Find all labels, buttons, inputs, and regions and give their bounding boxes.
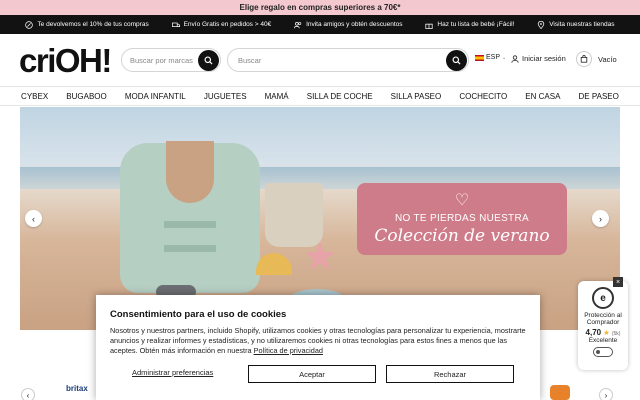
vest-strap — [164, 245, 216, 252]
info-item-invite[interactable]: Invita amigos y obtén descuentos — [294, 21, 403, 29]
manage-preferences-button[interactable]: Administrar preferencias — [132, 368, 213, 377]
reject-button[interactable]: Rechazar — [386, 365, 514, 383]
close-icon[interactable]: × — [613, 277, 623, 287]
cookie-body: Nosotros y nuestros partners, incluido S… — [110, 326, 526, 356]
hero-next-button[interactable]: › — [592, 210, 609, 227]
search-icon — [204, 56, 213, 65]
truck-icon — [171, 22, 180, 27]
cart-button[interactable]: Vacío — [576, 51, 617, 67]
trust-rating-label: Excelente — [588, 337, 618, 344]
language-label: ESP — [486, 54, 501, 61]
trust-protection-label: Protección al Comprador — [584, 312, 622, 326]
pin-icon — [538, 20, 545, 29]
vest-strap — [164, 221, 216, 228]
cart-label: Vacío — [598, 54, 617, 64]
nav-item-de-paseo[interactable]: DE PASEO — [579, 92, 619, 101]
brand-search-button[interactable] — [198, 50, 219, 71]
brand-logo[interactable] — [550, 385, 570, 400]
search-placeholder: Buscar — [238, 55, 262, 65]
hero-line1: NO TE PIERDAS NUESTRA — [395, 212, 529, 224]
logo[interactable]: criOH! — [19, 44, 117, 77]
chevron-left-icon: ‹ — [32, 213, 35, 224]
brand-search-placeholder: Buscar por marcas — [130, 55, 193, 65]
info-text: Invita amigos y obtén descuentos — [306, 21, 403, 28]
cookie-actions: Administrar preferencias Aceptar Rechaza… — [110, 365, 526, 383]
chevron-down-icon: ⌄ — [502, 54, 507, 61]
nav-item-mama[interactable]: MAMÁ — [265, 92, 289, 101]
trusted-shops-seal-icon: e — [592, 287, 614, 309]
nav-item-juguetes[interactable]: JUGUETES — [204, 92, 247, 101]
chevron-right-icon: › — [599, 213, 602, 224]
chevron-left-icon: ‹ — [26, 390, 30, 400]
cookie-title: Consentimiento para el uso de cookies — [110, 309, 287, 320]
trust-rating: 4,70 ★ (5k) — [586, 328, 621, 337]
hero-promo-card[interactable]: ♡ NO TE PIERDAS NUESTRA Colección de ver… — [357, 183, 567, 255]
search-input[interactable]: Buscar — [227, 48, 469, 72]
nav-item-moda-infantil[interactable]: MODA INFANTIL — [125, 92, 186, 101]
heart-icon: ♡ — [454, 191, 470, 209]
trust-toggle[interactable] — [593, 347, 613, 357]
login-link[interactable]: Iniciar sesión — [511, 54, 566, 63]
search-icon — [452, 56, 461, 65]
cookie-consent-banner: Consentimiento para el uso de cookies No… — [96, 295, 540, 400]
nav-item-cybex[interactable]: CYBEX — [21, 92, 48, 101]
info-text: Visita nuestras tiendas — [549, 21, 615, 28]
trust-rating-value: 4,70 — [585, 328, 602, 337]
promo-bar[interactable]: Elige regalo en compras superiores a 70€… — [0, 0, 640, 15]
cart-icon — [576, 51, 592, 67]
info-bar: Te devolvemos el 10% de tus compras Enví… — [0, 15, 640, 34]
accept-button[interactable]: Aceptar — [248, 365, 376, 383]
hero-line2: Colección de verano — [374, 225, 550, 246]
nav-item-bugaboo[interactable]: BUGABOO — [66, 92, 106, 101]
chevron-right-icon: › — [604, 390, 608, 400]
site-header: criOH! Buscar por marcas Buscar ESP ⌄ In… — [0, 34, 640, 86]
language-selector[interactable]: ESP ⌄ — [475, 54, 506, 61]
nav-item-silla-de-coche[interactable]: SILLA DE COCHE — [307, 92, 373, 101]
info-text: Envío Gratis en pedidos > 40€ — [183, 21, 272, 28]
info-item-baby-list[interactable]: Haz tu lista de bebé ¡Fácil! — [425, 21, 514, 29]
info-item-shipping[interactable]: Envío Gratis en pedidos > 40€ — [171, 21, 272, 29]
users-icon — [294, 21, 302, 28]
login-label: Iniciar sesión — [522, 54, 566, 63]
spain-flag-icon — [475, 54, 484, 61]
brands-next-button[interactable]: › — [599, 388, 613, 400]
nav-item-cochecito[interactable]: COCHECITO — [459, 92, 507, 101]
info-item-cashback[interactable]: Te devolvemos el 10% de tus compras — [25, 20, 149, 29]
user-icon — [511, 54, 519, 63]
brand-logo-britax[interactable]: britax — [66, 384, 88, 393]
brand-search-input[interactable]: Buscar por marcas — [121, 48, 221, 72]
info-text: Haz tu lista de bebé ¡Fácil! — [437, 21, 515, 28]
privacy-policy-link[interactable]: Política de privacidad — [254, 346, 323, 355]
nav-item-en-casa[interactable]: EN CASA — [525, 92, 560, 101]
promo-text: Elige regalo en compras superiores a 70€… — [239, 3, 401, 12]
main-nav: CYBEX BUGABOO MODA INFANTIL JUGUETES MAM… — [0, 86, 640, 106]
trust-badge[interactable]: e Protección al Comprador 4,70 ★ (5k) Ex… — [578, 281, 628, 370]
percent-icon — [25, 20, 34, 29]
info-text: Te devolvemos el 10% de tus compras — [37, 21, 149, 28]
star-icon: ★ — [603, 330, 610, 337]
gift-icon — [425, 23, 434, 29]
starfish-icon: ★ — [302, 235, 338, 279]
hero-prev-button[interactable]: ‹ — [25, 210, 42, 227]
search-button[interactable] — [446, 50, 467, 71]
info-item-stores[interactable]: Visita nuestras tiendas — [537, 20, 615, 29]
nav-item-silla-paseo[interactable]: SILLA PASEO — [391, 92, 442, 101]
hero-vest-image — [120, 141, 260, 293]
hero-toy-image — [256, 253, 292, 275]
brands-prev-button[interactable]: ‹ — [21, 388, 35, 400]
